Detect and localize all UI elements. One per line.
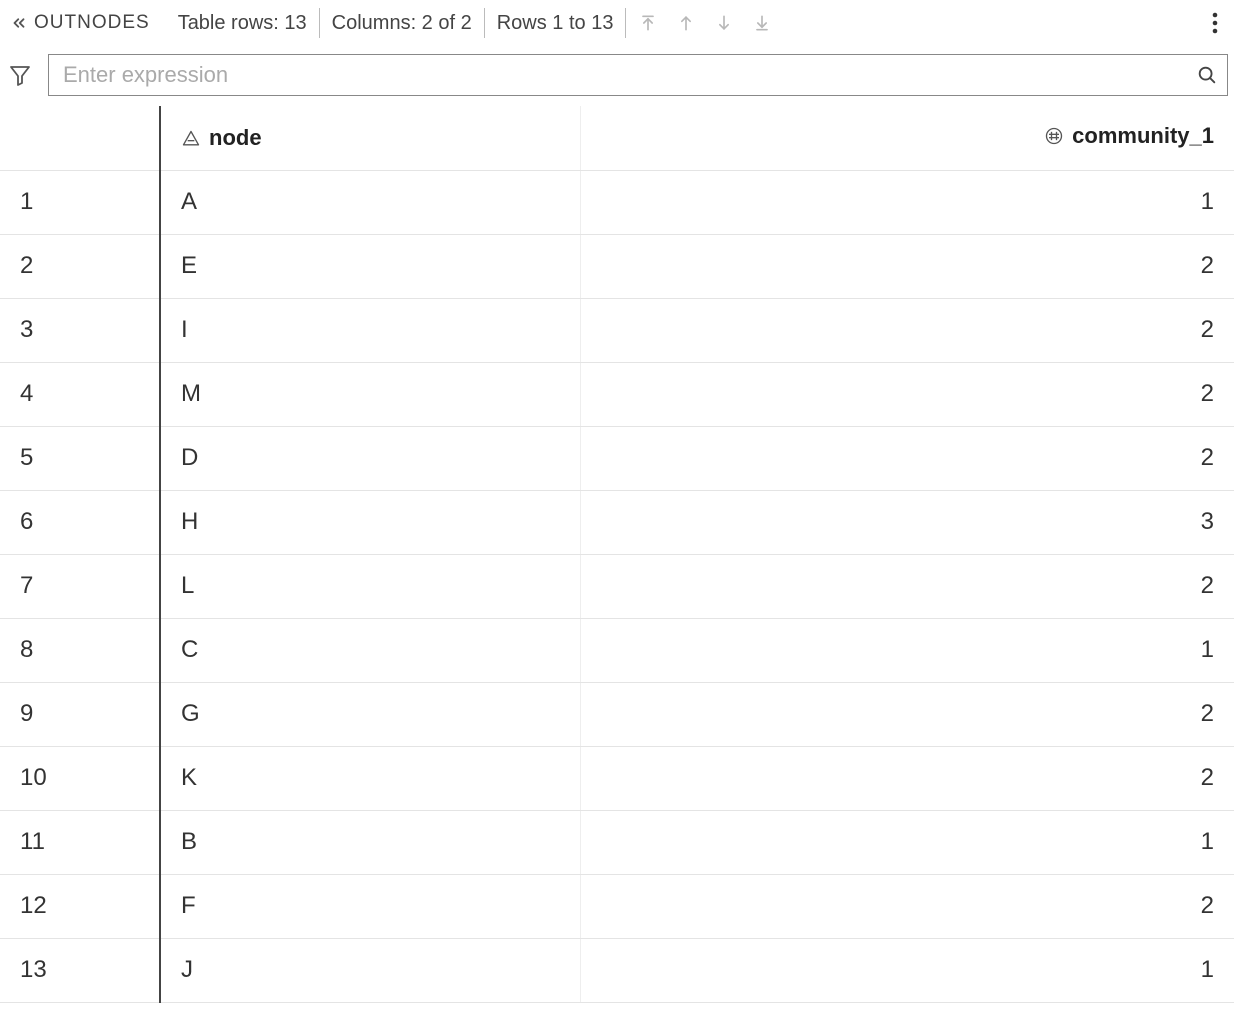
page-prev-button[interactable] (676, 12, 696, 34)
row-number-cell: 10 (0, 746, 160, 810)
row-number-cell: 5 (0, 426, 160, 490)
text-type-icon (181, 129, 201, 149)
table-row[interactable]: 11B1 (0, 810, 1234, 874)
separator (625, 8, 626, 38)
table-row[interactable]: 13J1 (0, 938, 1234, 1002)
cell-community[interactable]: 1 (580, 618, 1234, 682)
arrow-down-icon (714, 12, 734, 34)
table-row[interactable]: 4M2 (0, 362, 1234, 426)
toolbar: OUTNODES Table rows: 13 Columns: 2 of 2 … (0, 0, 1234, 46)
page-last-button[interactable] (752, 12, 772, 34)
column-header-label: node (209, 125, 262, 150)
row-number-cell: 8 (0, 618, 160, 682)
row-number-cell: 1 (0, 170, 160, 234)
cell-community[interactable]: 2 (580, 362, 1234, 426)
row-number-cell: 13 (0, 938, 160, 1002)
filter-bar (0, 46, 1234, 106)
row-number-cell: 2 (0, 234, 160, 298)
cell-community[interactable]: 2 (580, 554, 1234, 618)
search-icon (1196, 64, 1218, 86)
cell-node[interactable]: F (160, 874, 580, 938)
chevrons-left-icon (10, 14, 28, 32)
row-number-cell: 3 (0, 298, 160, 362)
column-header-label: community_1 (1072, 123, 1214, 149)
table-row[interactable]: 3I2 (0, 298, 1234, 362)
table-row[interactable]: 7L2 (0, 554, 1234, 618)
arrow-up-bar-icon (638, 12, 658, 34)
data-table: node community_1 1A12E23I24M25D26H37L28C… (0, 106, 1234, 1003)
table-row[interactable]: 2E2 (0, 234, 1234, 298)
search-button[interactable] (1196, 64, 1218, 86)
table-row[interactable]: 1A1 (0, 170, 1234, 234)
separator (484, 8, 485, 38)
cell-node[interactable]: A (160, 170, 580, 234)
column-header-node[interactable]: node (160, 106, 580, 170)
cell-node[interactable]: G (160, 682, 580, 746)
cell-node[interactable]: B (160, 810, 580, 874)
cell-node[interactable]: J (160, 938, 580, 1002)
cell-node[interactable]: K (160, 746, 580, 810)
row-number-header (0, 106, 160, 170)
row-number-cell: 6 (0, 490, 160, 554)
table-row[interactable]: 10K2 (0, 746, 1234, 810)
arrow-up-icon (676, 12, 696, 34)
table-rows-count: Table rows: 13 (178, 12, 307, 35)
cell-community[interactable]: 2 (580, 746, 1234, 810)
number-type-icon (1044, 126, 1064, 146)
cell-node[interactable]: D (160, 426, 580, 490)
arrow-down-bar-icon (752, 12, 772, 34)
columns-count: Columns: 2 of 2 (332, 12, 472, 35)
table-row[interactable]: 9G2 (0, 682, 1234, 746)
row-number-cell: 7 (0, 554, 160, 618)
filter-input[interactable] (48, 54, 1228, 96)
cell-community[interactable]: 2 (580, 682, 1234, 746)
cell-node[interactable]: E (160, 234, 580, 298)
row-number-cell: 12 (0, 874, 160, 938)
cell-community[interactable]: 1 (580, 938, 1234, 1002)
cell-community[interactable]: 3 (580, 490, 1234, 554)
row-number-cell: 9 (0, 682, 160, 746)
column-header-community[interactable]: community_1 (580, 106, 1234, 170)
table-header-row: node community_1 (0, 106, 1234, 170)
cell-node[interactable]: C (160, 618, 580, 682)
cell-community[interactable]: 2 (580, 234, 1234, 298)
cell-community[interactable]: 2 (580, 874, 1234, 938)
table-title: OUTNODES (34, 12, 150, 34)
cell-node[interactable]: I (160, 298, 580, 362)
filter-input-wrap (48, 54, 1228, 96)
cell-community[interactable]: 2 (580, 298, 1234, 362)
cell-node[interactable]: L (160, 554, 580, 618)
funnel-icon (8, 63, 32, 87)
cell-node[interactable]: H (160, 490, 580, 554)
table-row[interactable]: 12F2 (0, 874, 1234, 938)
cell-community[interactable]: 2 (580, 426, 1234, 490)
kebab-icon (1212, 12, 1218, 34)
rows-range: Rows 1 to 13 (497, 12, 614, 35)
filter-button[interactable] (6, 63, 34, 87)
row-number-cell: 11 (0, 810, 160, 874)
back-button[interactable] (4, 14, 34, 32)
table-row[interactable]: 8C1 (0, 618, 1234, 682)
pager-controls (638, 12, 772, 34)
table-row[interactable]: 6H3 (0, 490, 1234, 554)
cell-community[interactable]: 1 (580, 810, 1234, 874)
cell-node[interactable]: M (160, 362, 580, 426)
cell-community[interactable]: 1 (580, 170, 1234, 234)
separator (319, 8, 320, 38)
page-first-button[interactable] (638, 12, 658, 34)
more-menu-button[interactable] (1200, 12, 1230, 34)
row-number-cell: 4 (0, 362, 160, 426)
page-next-button[interactable] (714, 12, 734, 34)
table-row[interactable]: 5D2 (0, 426, 1234, 490)
